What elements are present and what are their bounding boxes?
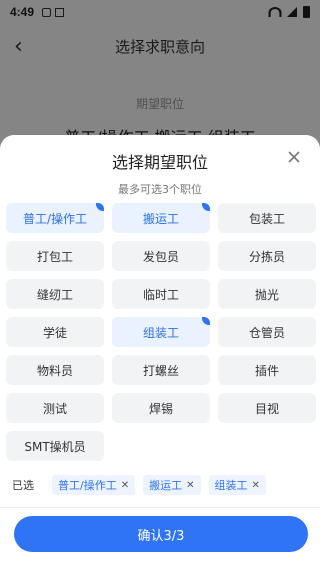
- position-option[interactable]: 缝纫工: [6, 279, 104, 309]
- position-grid: 普工/操作工 搬运工 包装工 打包工 发包员 分拣员 缝纫工 临时工 抛光 学徒…: [6, 203, 316, 461]
- position-option[interactable]: 物料员: [6, 355, 104, 385]
- selected-corner-icon: [202, 203, 210, 211]
- position-option-label: 插件: [254, 363, 279, 378]
- position-option[interactable]: SMT操机员: [6, 431, 104, 461]
- position-option[interactable]: 普工/操作工: [6, 203, 104, 233]
- selection-limit-hint: 最多可选3个职位: [118, 183, 202, 196]
- selected-chip[interactable]: 组装工 ✕: [208, 475, 266, 495]
- selected-row: 已选 普工/操作工 ✕ 搬运工 ✕ 组装工 ✕: [12, 475, 312, 495]
- bottom-sheet: 选择期望职位 最多可选3个职位 普工/操作工 搬运工 包装工 打包工 发包员 分…: [0, 135, 320, 570]
- position-option[interactable]: 抛光: [218, 279, 316, 309]
- position-option-label: SMT操机员: [24, 439, 86, 454]
- close-button[interactable]: [286, 149, 302, 165]
- position-option[interactable]: 包装工: [218, 203, 316, 233]
- position-option-label: 打螺丝: [142, 363, 179, 378]
- position-option-label: 打包工: [36, 249, 73, 264]
- selected-chip[interactable]: 搬运工 ✕: [143, 475, 201, 495]
- confirm-button[interactable]: 确认3/3: [14, 516, 308, 552]
- sheet-title: 选择期望职位: [111, 153, 208, 172]
- position-option-label: 学徒: [42, 325, 67, 340]
- position-option[interactable]: 目视: [218, 393, 316, 423]
- position-option-label: 普工/操作工: [22, 211, 88, 226]
- position-option-label: 抛光: [254, 287, 279, 302]
- position-option[interactable]: 临时工: [112, 279, 210, 309]
- position-option[interactable]: 焊锡: [112, 393, 210, 423]
- selected-chip[interactable]: 普工/操作工 ✕: [52, 475, 136, 495]
- remove-icon[interactable]: ✕: [186, 480, 194, 491]
- position-option[interactable]: 打包工: [6, 241, 104, 271]
- position-option-label: 物料员: [36, 363, 73, 378]
- position-option-label: 焊锡: [148, 401, 173, 416]
- position-option-label: 包装工: [248, 211, 285, 226]
- position-option-label: 目视: [254, 401, 279, 416]
- position-option-label: 缝纫工: [36, 287, 73, 302]
- position-option[interactable]: 测试: [6, 393, 104, 423]
- close-icon: [288, 151, 300, 163]
- chip-label: 组装工: [214, 479, 248, 492]
- position-option-label: 测试: [42, 401, 67, 416]
- position-option-label: 仓管员: [248, 325, 285, 340]
- confirm-label: 确认3/3: [137, 528, 185, 544]
- divider: [0, 507, 320, 508]
- chip-label: 搬运工: [149, 479, 183, 492]
- position-option-label: 临时工: [142, 287, 179, 302]
- chip-label: 普工/操作工: [58, 479, 117, 492]
- position-option[interactable]: 插件: [218, 355, 316, 385]
- position-option[interactable]: 学徒: [6, 317, 104, 347]
- position-option-label: 分拣员: [248, 249, 285, 264]
- remove-icon[interactable]: ✕: [121, 480, 129, 491]
- position-option[interactable]: 发包员: [112, 241, 210, 271]
- remove-icon[interactable]: ✕: [252, 480, 260, 491]
- position-option[interactable]: 打螺丝: [112, 355, 210, 385]
- selected-label: 已选: [12, 479, 34, 492]
- position-option[interactable]: 仓管员: [218, 317, 316, 347]
- selected-corner-icon: [202, 317, 210, 325]
- position-option-label: 组装工: [142, 325, 179, 340]
- position-option[interactable]: 搬运工: [112, 203, 210, 233]
- position-option[interactable]: 组装工: [112, 317, 210, 347]
- position-option-label: 发包员: [142, 249, 179, 264]
- position-option-label: 搬运工: [142, 211, 179, 226]
- selected-corner-icon: [96, 203, 104, 211]
- position-option[interactable]: 分拣员: [218, 241, 316, 271]
